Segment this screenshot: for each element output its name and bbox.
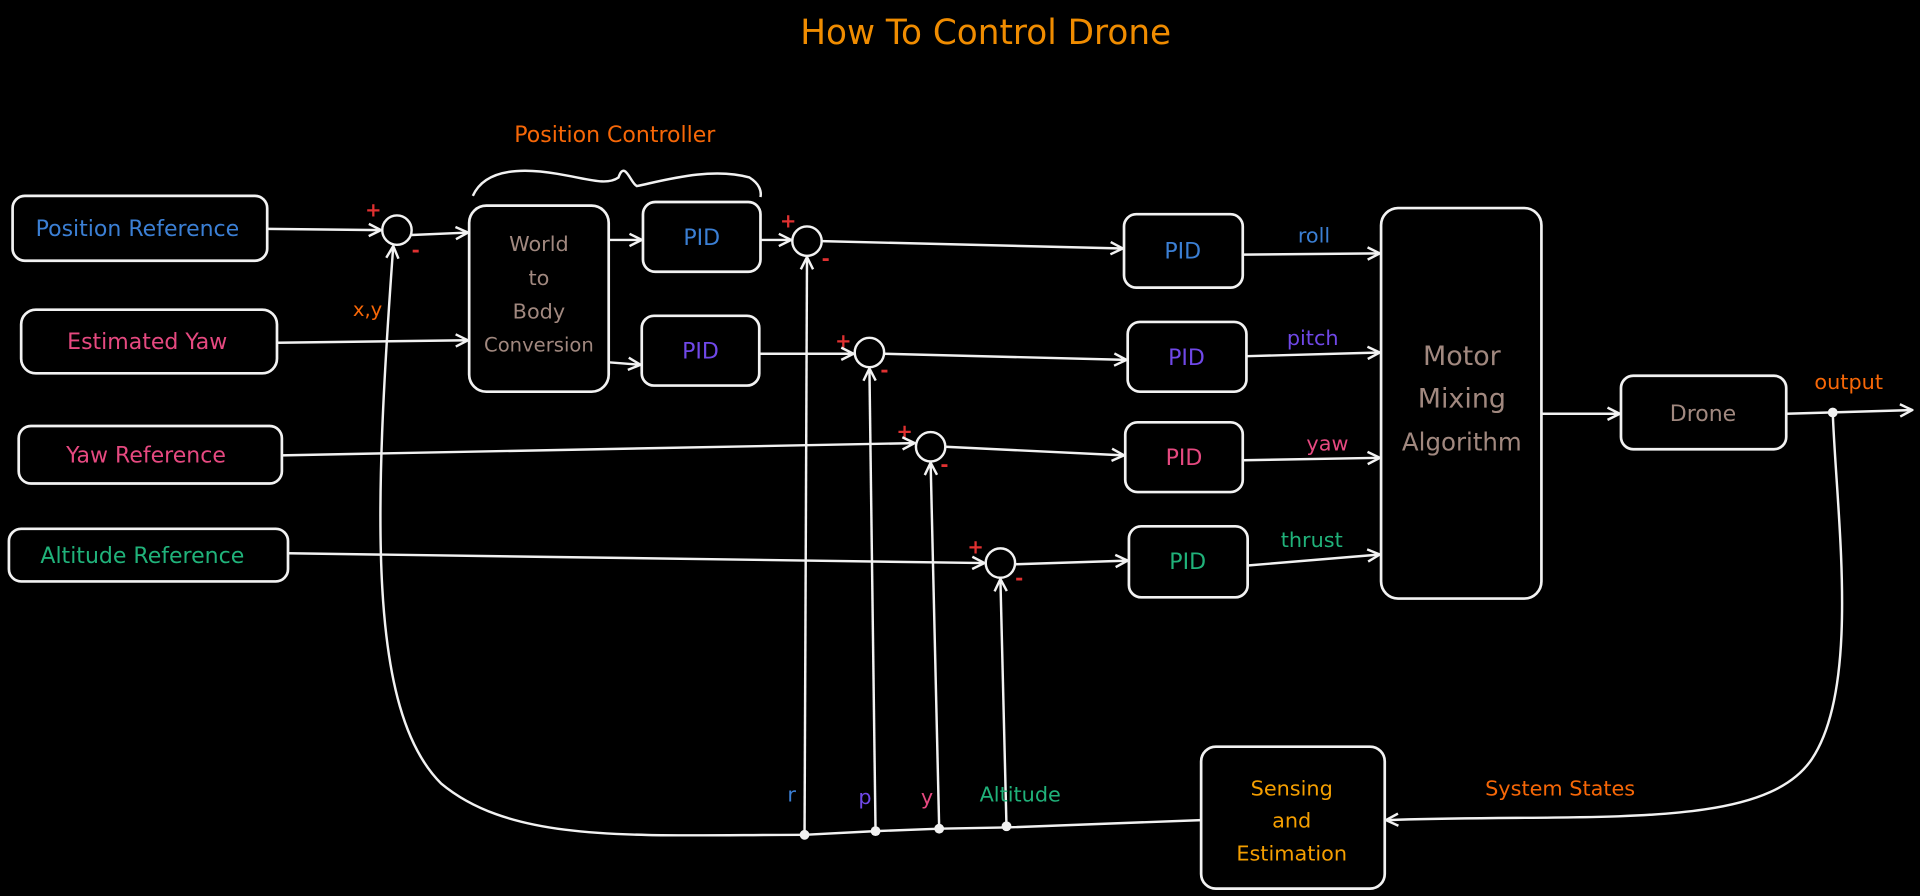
- yaw-reference-label: Yaw Reference: [65, 444, 226, 469]
- pid-label: PID: [1164, 239, 1201, 264]
- pid-roll: PID: [1122, 212, 1245, 289]
- system-states-label: System States: [1485, 777, 1635, 801]
- sensing-estimation-block: Sensing and Estimation: [1199, 745, 1387, 891]
- plus-sign: +: [967, 535, 983, 558]
- xy-label: x,y: [353, 298, 382, 321]
- altitude-reference-label: Altitude Reference: [40, 544, 244, 569]
- plus-sign: +: [896, 420, 912, 443]
- motor-mixing-line: Mixing: [1418, 384, 1506, 415]
- world-to-body-line: Body: [513, 299, 566, 323]
- world-to-body-block: World to Body Conversion: [467, 204, 611, 394]
- estimated-yaw-block: Estimated Yaw: [19, 308, 279, 375]
- roll-label: roll: [1298, 223, 1330, 247]
- r-label: r: [787, 783, 796, 807]
- pid-label: PID: [683, 226, 720, 251]
- pid-position-y: PID: [640, 314, 761, 387]
- motor-mixing-line: Motor: [1423, 341, 1502, 372]
- estimated-yaw-label: Estimated Yaw: [67, 330, 227, 355]
- sum-junction-roll: [791, 225, 823, 258]
- y-label: y: [921, 785, 933, 809]
- p-label: p: [858, 785, 871, 809]
- sensing-line: Sensing: [1251, 777, 1333, 801]
- altitude-label: Altitude: [980, 783, 1061, 807]
- output-label: output: [1814, 370, 1883, 394]
- world-to-body-line: World: [509, 232, 569, 256]
- branch-dot: [1827, 407, 1838, 418]
- sum-junction-altitude: [984, 547, 1017, 579]
- drone-block: Drone: [1619, 374, 1788, 451]
- altitude-reference-block: Altitude Reference: [7, 527, 290, 583]
- pid-thrust: PID: [1127, 524, 1249, 599]
- pid-yaw: PID: [1123, 420, 1245, 494]
- sign-labels: + - + - + - + - + -: [365, 199, 1023, 590]
- pid-label: PID: [1168, 346, 1205, 371]
- minus-sign: -: [412, 239, 420, 262]
- pid-label: PID: [1169, 550, 1206, 575]
- thrust-label: thrust: [1281, 528, 1343, 552]
- pid-label: PID: [682, 340, 719, 365]
- pid-pitch: PID: [1126, 320, 1248, 394]
- minus-sign: -: [1015, 567, 1023, 590]
- sum-junction-position: [381, 214, 413, 247]
- branch-dot: [799, 829, 810, 840]
- sensing-line: and: [1272, 808, 1311, 832]
- pitch-label: pitch: [1287, 326, 1339, 350]
- pid-label: PID: [1166, 446, 1203, 471]
- plus-sign: +: [365, 199, 381, 222]
- branch-dot: [870, 826, 881, 837]
- position-controller-brace: [471, 169, 762, 198]
- position-reference-label: Position Reference: [36, 217, 240, 242]
- world-to-body-line: to: [528, 266, 549, 290]
- minus-sign: -: [940, 453, 948, 476]
- drone-label: Drone: [1670, 402, 1737, 427]
- position-reference-block: Position Reference: [11, 194, 269, 263]
- branch-dot: [1001, 821, 1012, 832]
- minus-sign: -: [880, 359, 888, 382]
- motor-mixing-line: Algorithm: [1402, 427, 1522, 456]
- sensing-line: Estimation: [1236, 842, 1347, 866]
- pid-position-x: PID: [641, 200, 762, 274]
- position-controller-label: Position Controller: [514, 123, 716, 148]
- yaw-label: yaw: [1306, 431, 1348, 455]
- world-to-body-line: Conversion: [484, 333, 594, 356]
- motor-mixing-block: Motor Mixing Algorithm: [1379, 206, 1543, 600]
- branch-dot: [934, 823, 945, 834]
- plus-sign: +: [780, 210, 796, 233]
- minus-sign: -: [822, 248, 830, 271]
- summing-junctions: [381, 214, 1017, 579]
- plus-sign: +: [835, 330, 851, 353]
- drone-control-diagram: How To Control Drone Position Controller…: [7, 13, 1920, 891]
- diagram-title: How To Control Drone: [800, 13, 1171, 53]
- yaw-reference-block: Yaw Reference: [17, 424, 284, 485]
